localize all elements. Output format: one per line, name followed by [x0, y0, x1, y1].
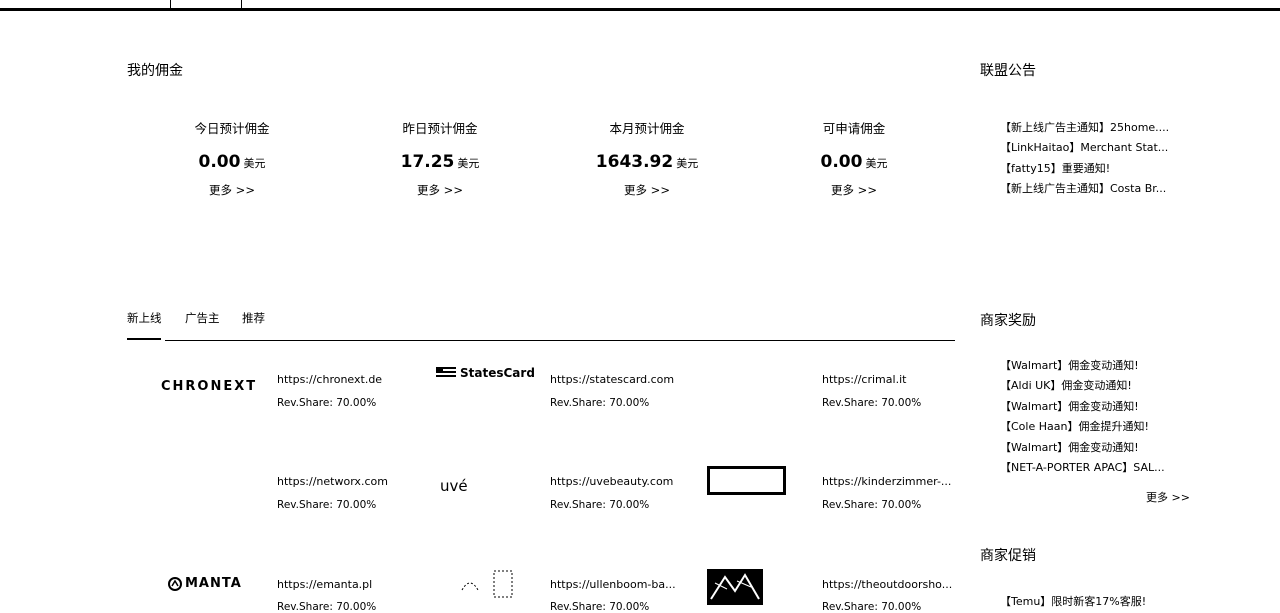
- stat-label: 今日预计佣金: [194, 121, 270, 136]
- reward-item[interactable]: 【Walmart】佣金变动通知!: [1000, 357, 1175, 373]
- stat-label: 昨日预计佣金: [402, 121, 478, 136]
- merchant-url[interactable]: https://statescard.com: [550, 373, 674, 386]
- stat-month: 本月预计佣金 1643.92 美元 更多 >>: [587, 118, 707, 198]
- merchant-rate: Rev.Share: 70.00%: [822, 499, 922, 511]
- merchant-url[interactable]: https://theoutdoorsho...: [822, 578, 952, 591]
- merchant-logo-manta[interactable]: MANTA: [168, 576, 242, 591]
- reward-item[interactable]: 【Cole Haan】佣金提升通知!: [1000, 418, 1175, 434]
- promotion-item[interactable]: 【Temu】限时新客17%客服!: [1000, 593, 1175, 609]
- tab-advertisers[interactable]: 广告主: [185, 310, 220, 326]
- merchant-logo-theoutdoorshop[interactable]: [707, 569, 763, 609]
- stat-today: 今日预计佣金 0.00 美元 更多 >>: [172, 118, 292, 198]
- merchant-logo-ullenboom[interactable]: [460, 570, 516, 602]
- rewards-more-link[interactable]: 更多 >>: [1146, 489, 1190, 505]
- merchant-logo-uve[interactable]: uvé: [440, 477, 468, 495]
- announcement-item[interactable]: 【LinkHaitao】Merchant Stat...: [1000, 139, 1175, 155]
- reward-item[interactable]: 【Walmart】佣金变动通知!: [1000, 439, 1175, 455]
- flag-icon: [436, 367, 456, 377]
- manta-logo-text: MANTA: [185, 576, 242, 591]
- merchant-url[interactable]: https://kinderzimmer-...: [822, 475, 951, 488]
- active-tab-indicator: [127, 338, 161, 340]
- top-nav-bar: [0, 0, 1280, 11]
- stat-value: 1643.92 美元: [595, 152, 699, 172]
- merchant-url[interactable]: https://crimal.it: [822, 373, 906, 386]
- merchant-rate: Rev.Share: 70.00%: [822, 601, 922, 613]
- merchant-url[interactable]: https://emanta.pl: [277, 578, 372, 591]
- merchant-rate: Rev.Share: 70.00%: [277, 601, 377, 613]
- announcements-title: 联盟公告: [980, 63, 1036, 79]
- stat-withdrawable: 可申请佣金 0.00 美元 更多 >>: [794, 118, 914, 198]
- reward-item[interactable]: 【NET-A-PORTER APAC】SAL...: [1000, 459, 1175, 475]
- stat-value: 0.00 美元: [198, 152, 266, 172]
- tab-new[interactable]: 新上线: [127, 310, 162, 326]
- reward-item[interactable]: 【Walmart】佣金变动通知!: [1000, 398, 1175, 414]
- announcement-item[interactable]: 【新上线广告主通知】Costa Br...: [1000, 180, 1175, 196]
- stat-more-link[interactable]: 更多 >>: [380, 182, 500, 198]
- statescard-logo-text: StatesCard: [460, 366, 535, 380]
- merchant-url[interactable]: https://networx.com: [277, 475, 388, 488]
- stat-value: 0.00 美元: [820, 152, 888, 172]
- merchant-url[interactable]: https://chronext.de: [277, 373, 382, 386]
- stat-yesterday: 昨日预计佣金 17.25 美元 更多 >>: [380, 118, 500, 198]
- merchant-rate: Rev.Share: 70.00%: [277, 499, 377, 511]
- merchant-rate: Rev.Share: 70.00%: [550, 397, 650, 409]
- tab-recommended[interactable]: 推荐: [242, 310, 265, 326]
- stat-label: 本月预计佣金: [609, 121, 685, 136]
- merchant-rate: Rev.Share: 70.00%: [822, 397, 922, 409]
- reward-item[interactable]: 【Aldi UK】佣金变动通知!: [1000, 377, 1175, 393]
- manta-logo-icon: [168, 576, 182, 591]
- top-nav-tab[interactable]: [170, 0, 242, 8]
- announcement-item[interactable]: 【新上线广告主通知】25home....: [1000, 119, 1175, 135]
- promotions-title: 商家促销: [980, 548, 1036, 564]
- merchant-rate: Rev.Share: 70.00%: [277, 397, 377, 409]
- ullenboom-logo-icon: [461, 570, 513, 598]
- tabs-divider: [165, 340, 955, 341]
- stat-label: 可申请佣金: [822, 121, 886, 136]
- stat-more-link[interactable]: 更多 >>: [587, 182, 707, 198]
- merchant-url[interactable]: https://uvebeauty.com: [550, 475, 673, 488]
- stat-more-link[interactable]: 更多 >>: [172, 182, 292, 198]
- merchant-rate: Rev.Share: 70.00%: [550, 499, 650, 511]
- merchant-logo-chronext[interactable]: CHRONEXT: [161, 379, 257, 394]
- merchant-logo-kinderzimmer[interactable]: [707, 466, 786, 495]
- outdoor-logo-icon: [707, 569, 763, 605]
- stat-value: 17.25 美元: [400, 152, 480, 172]
- merchant-rate: Rev.Share: 70.00%: [550, 601, 650, 613]
- merchant-logo-statescard[interactable]: StatesCard: [436, 366, 535, 380]
- stat-more-link[interactable]: 更多 >>: [794, 182, 914, 198]
- commission-title: 我的佣金: [127, 63, 183, 79]
- announcement-item[interactable]: 【fatty15】重要通知!: [1000, 160, 1175, 176]
- rewards-title: 商家奖励: [980, 313, 1036, 329]
- merchant-url[interactable]: https://ullenboom-ba...: [550, 578, 676, 591]
